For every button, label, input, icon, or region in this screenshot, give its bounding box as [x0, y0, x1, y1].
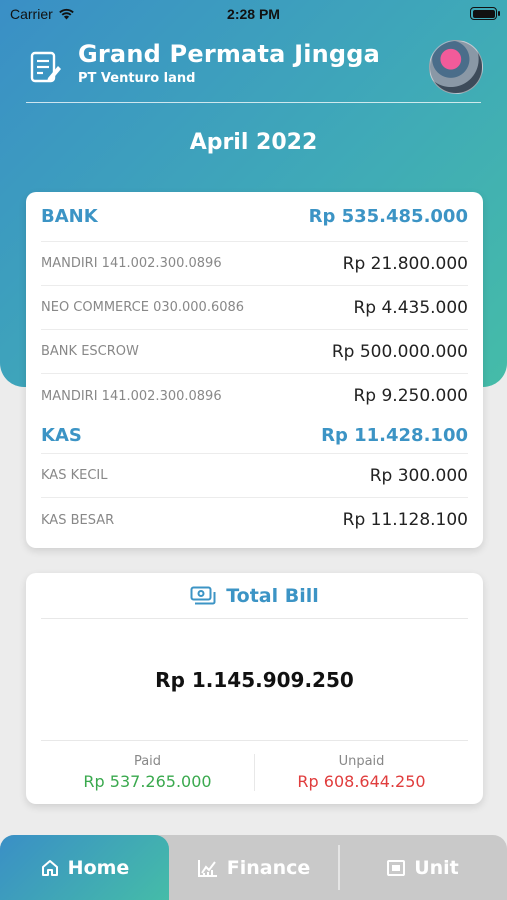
unpaid-column: Unpaid Rp 608.644.250 [254, 753, 468, 791]
clock: 2:28 PM [227, 6, 280, 22]
bank-total: Rp 535.485.000 [308, 206, 468, 227]
balance-card: BANK Rp 535.485.000 MANDIRI 141.002.300.… [26, 192, 483, 548]
account-balance: Rp 21.800.000 [342, 253, 468, 274]
battery-icon [470, 7, 500, 20]
tab-unit[interactable]: Unit [338, 835, 507, 900]
account-name: BANK ESCROW [41, 344, 139, 359]
paid-column: Paid Rp 537.265.000 [41, 754, 254, 791]
chart-icon [197, 859, 217, 877]
home-icon [41, 859, 58, 876]
money-icon [190, 586, 216, 604]
period-title[interactable]: April 2022 [0, 130, 507, 155]
bill-breakdown: Paid Rp 537.265.000 Unpaid Rp 608.644.25… [41, 741, 468, 803]
total-bill-card[interactable]: Total Bill Rp 1.145.909.250 Paid Rp 537.… [26, 573, 483, 804]
list-item[interactable]: KAS BESAR Rp 11.128.100 [41, 498, 468, 542]
bank-label: BANK [41, 206, 98, 227]
account-name: NEO COMMERCE 030.000.6086 [41, 300, 245, 315]
kas-total: Rp 11.428.100 [321, 425, 468, 446]
avatar[interactable] [429, 40, 483, 94]
account-balance: Rp 300.000 [369, 465, 468, 486]
tab-unit-label: Unit [414, 856, 459, 879]
paid-label: Paid [133, 753, 162, 769]
status-bar: Carrier 2:28 PM [0, 0, 507, 28]
kas-group-row: KAS Rp 11.428.100 [41, 418, 468, 454]
account-name: MANDIRI 141.002.300.0896 [41, 388, 222, 404]
account-balance: Rp 4.435.000 [353, 297, 468, 318]
account-name: KAS BESAR [41, 512, 115, 528]
company-name: PT Venturo land [78, 71, 196, 86]
account-name: MANDIRI 141.002.300.0896 [41, 256, 222, 271]
kas-label: KAS [41, 425, 82, 446]
tab-home-label: Home [67, 856, 130, 879]
tab-finance[interactable]: Finance [169, 835, 338, 900]
total-bill-title: Total Bill [226, 584, 319, 607]
project-title: Grand Permata Jingga [78, 40, 381, 68]
unpaid-label: Unpaid [338, 753, 385, 769]
list-item[interactable]: KAS KECIL Rp 300.000 [41, 454, 468, 498]
total-bill-header: Total Bill [41, 573, 468, 619]
tab-home[interactable]: Home [0, 835, 169, 900]
account-balance: Rp 11.128.100 [342, 510, 468, 530]
account-balance: Rp 500.000.000 [331, 341, 468, 362]
total-bill-amount: Rp 1.145.909.250 [41, 619, 468, 741]
account-balance: Rp 9.250.000 [353, 386, 468, 406]
list-item[interactable]: MANDIRI 141.002.300.0896 Rp 21.800.000 [41, 242, 468, 286]
header-divider [26, 102, 481, 103]
tab-finance-label: Finance [226, 856, 311, 879]
paid-amount: Rp 537.265.000 [83, 771, 212, 791]
account-name: KAS KECIL [41, 468, 108, 483]
document-icon [30, 51, 61, 83]
bank-group-row: BANK Rp 535.485.000 [41, 192, 468, 242]
building-icon [387, 859, 406, 876]
bottom-tab-bar: Home Finance Unit [0, 835, 507, 900]
list-item[interactable]: NEO COMMERCE 030.000.6086 Rp 4.435.000 [41, 286, 468, 330]
list-item[interactable]: MANDIRI 141.002.300.0896 Rp 9.250.000 [41, 374, 468, 418]
unpaid-amount: Rp 608.644.250 [297, 771, 426, 791]
app-header: Grand Permata Jingga PT Venturo land [28, 38, 483, 98]
list-item[interactable]: BANK ESCROW Rp 500.000.000 [41, 330, 468, 374]
